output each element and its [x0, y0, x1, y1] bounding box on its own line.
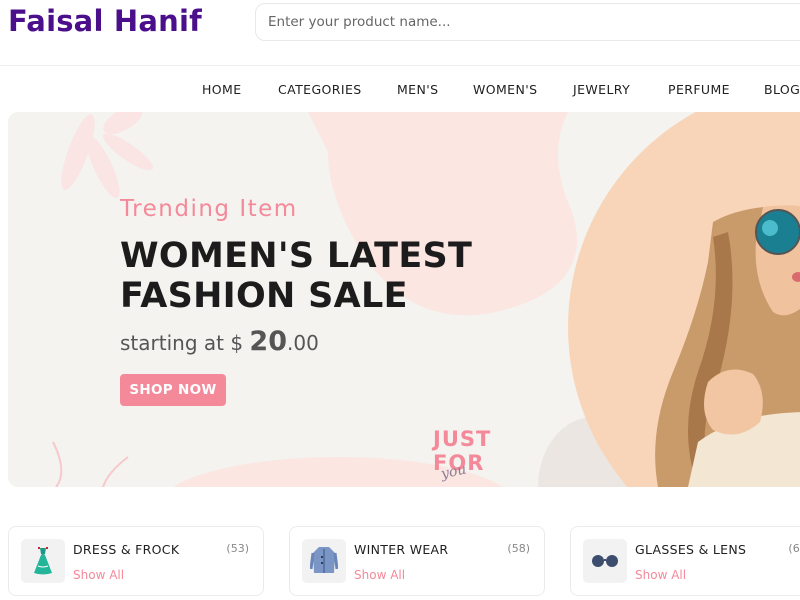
site-header: Faisal Hanif [0, 0, 800, 66]
coat-icon [302, 539, 346, 583]
nav-item-blog[interactable]: BLOG [764, 82, 800, 97]
price-main: 20 [249, 326, 287, 357]
show-all-link[interactable]: Show All [354, 568, 405, 582]
category-title: DRESS & FROCK [73, 542, 180, 557]
show-all-link[interactable]: Show All [635, 568, 686, 582]
category-title: WINTER WEAR [354, 542, 449, 557]
banner-subtitle: Trending Item [120, 196, 298, 222]
category-card-dress[interactable]: DRESS & FROCK (53) Show All [8, 526, 264, 596]
nav-item-perfume[interactable]: PERFUME [668, 82, 730, 97]
category-title: GLASSES & LENS [635, 542, 747, 557]
category-count: (58) [507, 542, 530, 555]
banner-headline: WOMEN'S LATEST FASHION SALE [120, 236, 472, 316]
search-box[interactable] [255, 3, 800, 41]
headline-line-1: WOMEN'S LATEST [120, 236, 473, 276]
dress-icon [21, 539, 65, 583]
category-card-winter[interactable]: WINTER WEAR (58) Show All [289, 526, 545, 596]
search-input[interactable] [256, 4, 800, 40]
nav-item-mens[interactable]: MEN'S [397, 82, 438, 97]
nav-item-categories[interactable]: CATEGORIES [278, 82, 362, 97]
nav-item-womens[interactable]: WOMEN'S [473, 82, 537, 97]
site-logo[interactable]: Faisal Hanif [8, 4, 202, 38]
price-cents: .00 [286, 331, 319, 355]
nav-item-jewelry[interactable]: JEWELRY [573, 82, 630, 97]
nav-item-home[interactable]: HOME [202, 82, 242, 97]
hero-banner: Trending Item WOMEN'S LATEST FASHION SAL… [8, 112, 800, 487]
category-count: (53) [226, 542, 249, 555]
banner-price: starting at $ 20.00 [120, 326, 319, 357]
category-count: (68) [788, 542, 800, 555]
main-nav: HOME CATEGORIES MEN'S WOMEN'S JEWELRY PE… [0, 72, 800, 106]
shop-now-button[interactable]: SHOP NOW [120, 374, 226, 406]
price-prefix: starting at $ [120, 331, 250, 355]
glasses-icon [583, 539, 627, 583]
badge-line-1: JUST [433, 427, 492, 451]
show-all-link[interactable]: Show All [73, 568, 124, 582]
headline-line-2: FASHION SALE [120, 276, 408, 316]
category-card-glasses[interactable]: GLASSES & LENS (68) Show All [570, 526, 800, 596]
